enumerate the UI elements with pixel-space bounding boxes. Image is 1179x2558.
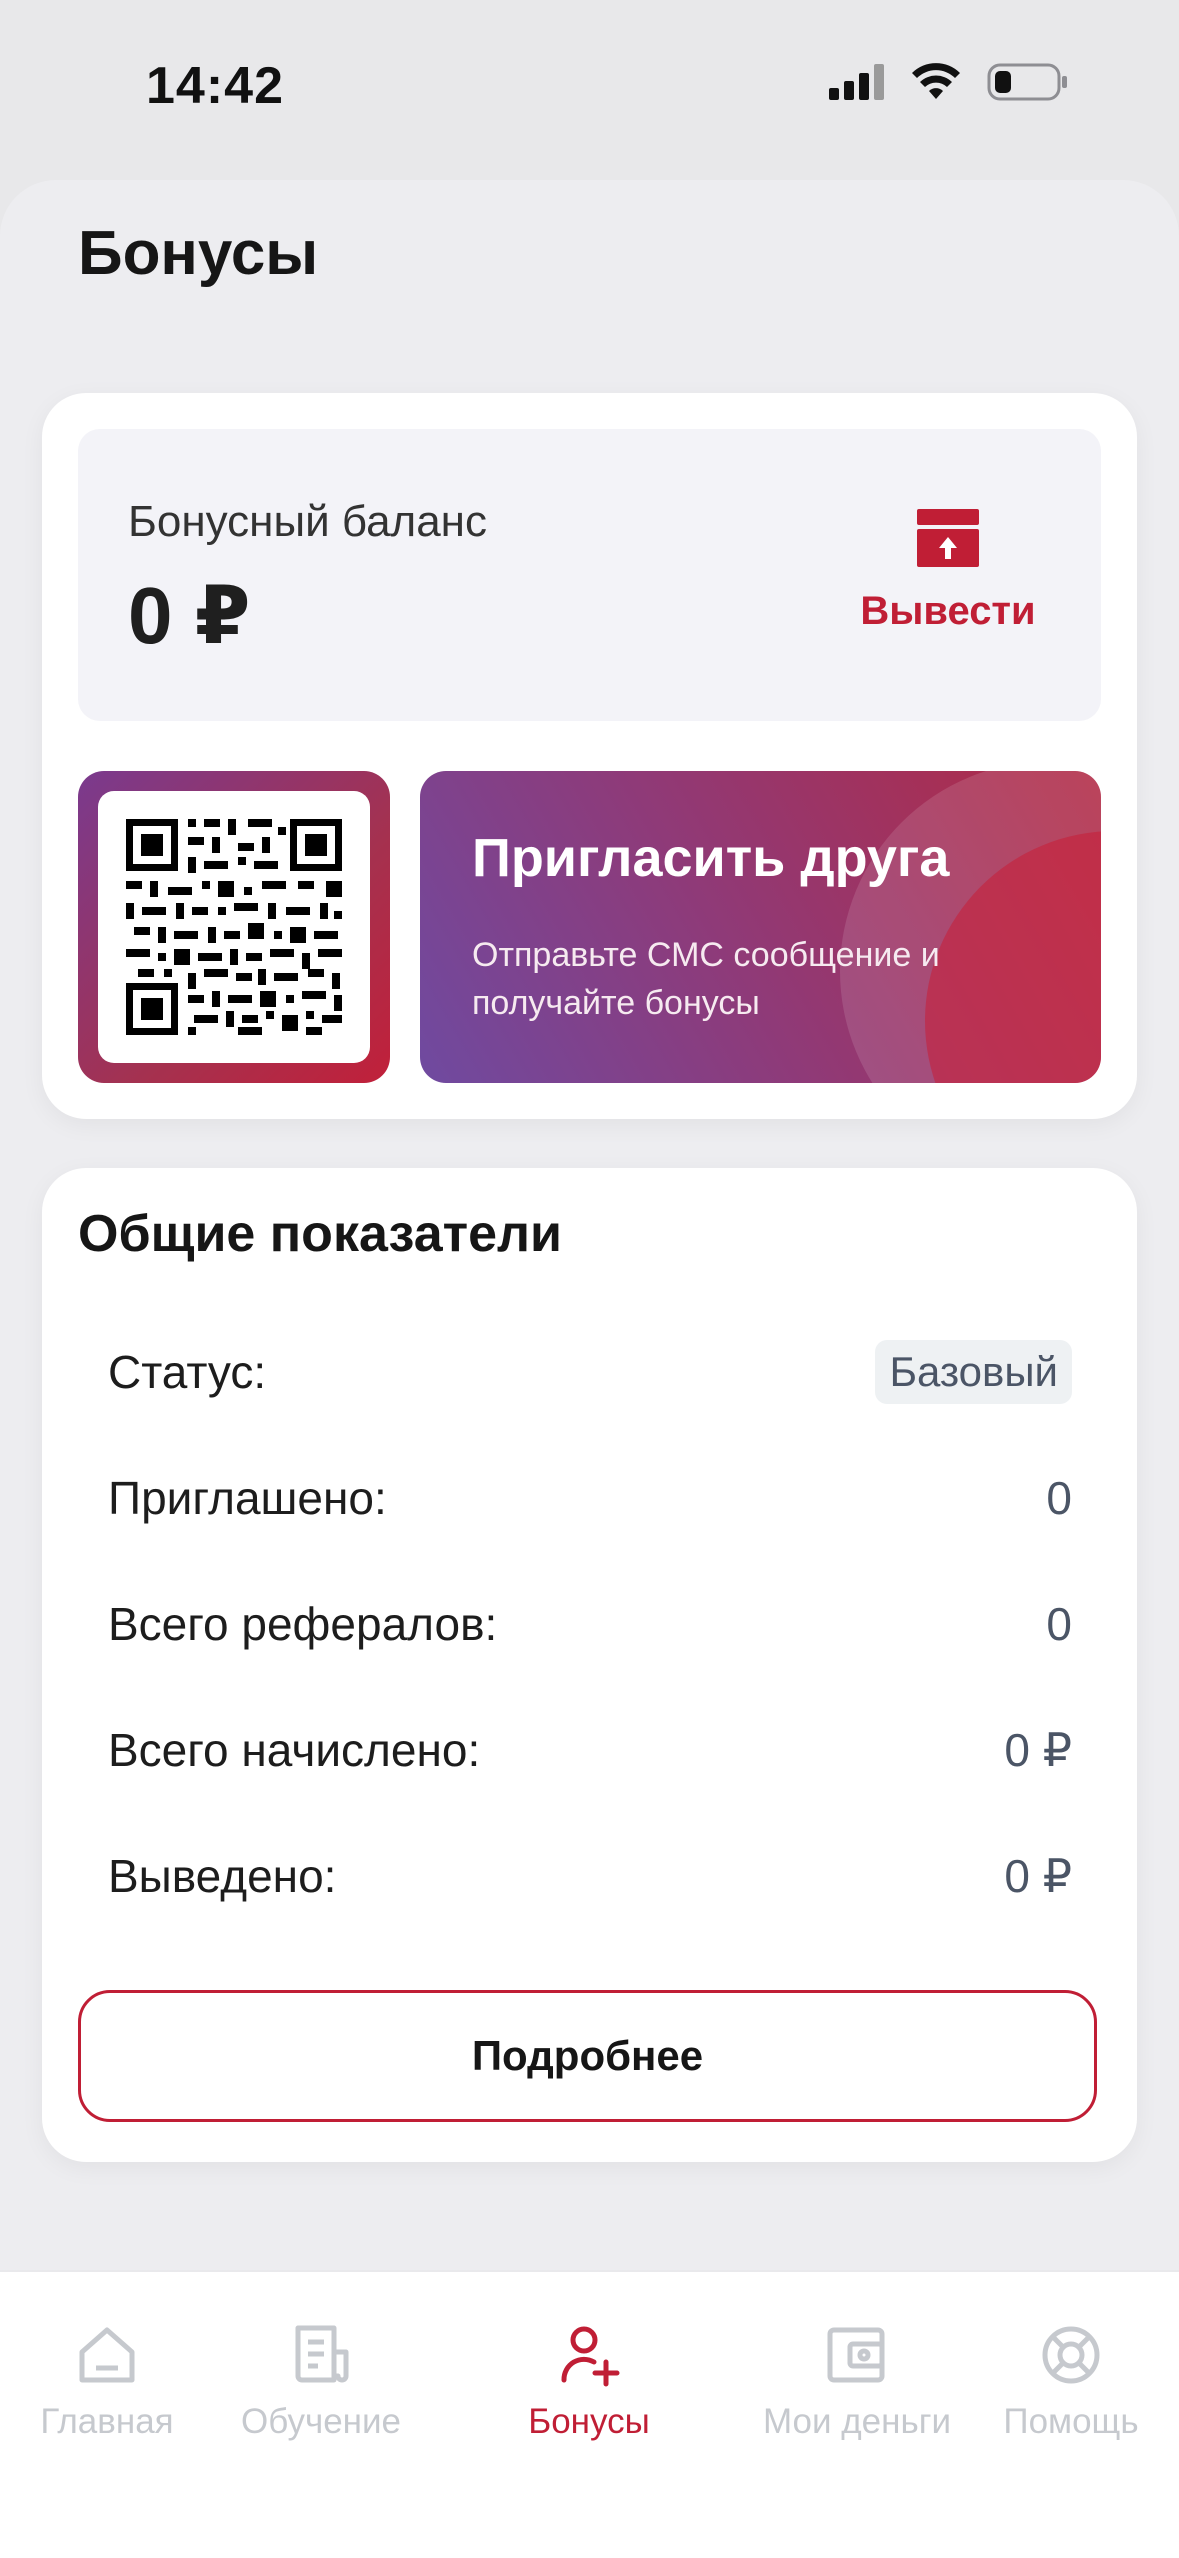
home-icon [79,2327,135,2383]
status-bar: 14:42 [0,0,1179,170]
invite-title: Пригласить друга [472,828,950,888]
stat-row-accrued: Всего начислено: 0 ₽ [108,1710,1072,1790]
balance-value: 0 ₽ [128,571,251,660]
status-badge: Базовый [875,1340,1072,1404]
tab-bar: Главная Обучение Бонусы Мои деньги Помощ… [0,2270,1179,2558]
status-time: 14:42 [146,57,284,115]
qr-code [126,819,342,1035]
stat-label: Выведено: [108,1850,337,1902]
qr-code-tile[interactable] [78,771,390,1083]
stat-value: 0 [1046,1598,1072,1650]
invite-subtitle: Отправьте СМС сообщение и получайте бону… [472,936,940,1022]
stat-label: Статус: [108,1346,267,1398]
invite-friend-banner[interactable]: Пригласить друга Отправьте СМС сообщение… [420,771,1101,1083]
withdraw-label: Вывести [860,589,1036,633]
tab-bonuses[interactable]: Бонусы [474,2322,704,2482]
tab-label: Бонусы [528,2402,650,2441]
cellular-signal-icon [829,64,884,100]
page-title: Бонусы [78,219,319,288]
bonus-balance-card: Бонусный баланс 0 ₽ Вывести Пригласить д… [42,393,1137,1119]
balance-box: Бонусный баланс 0 ₽ Вывести [78,429,1101,721]
battery-icon [987,63,1067,101]
document-icon [295,2325,349,2383]
balance-label: Бонусный баланс [128,497,487,546]
details-button[interactable]: Подробнее [78,1990,1097,2122]
qr-code-frame [98,791,370,1063]
tab-label: Мои деньги [762,2402,952,2441]
tab-home[interactable]: Главная [0,2322,222,2482]
tab-help[interactable]: Помощь [956,2322,1179,2482]
withdraw-button[interactable]: Вывести [838,509,1058,659]
stat-row-status: Статус: Базовый [108,1332,1072,1412]
stat-row-referrals: Всего рефералов: 0 [108,1584,1072,1664]
stat-row-withdrawn: Выведено: 0 ₽ [108,1836,1072,1916]
stat-label: Приглашено: [108,1472,387,1524]
tab-label: Помощь [1003,2402,1139,2441]
stats-card: Общие показатели Статус: Базовый Приглаш… [42,1168,1137,2162]
add-user-icon [561,2326,620,2387]
stat-row-invited: Приглашено: 0 [108,1458,1072,1538]
tab-my-money[interactable]: Мои деньги [742,2322,972,2482]
tab-label: Обучение [240,2402,402,2441]
stats-title: Общие показатели [78,1205,562,1263]
stat-label: Всего рефералов: [108,1598,498,1650]
stat-value: 0 ₽ [1004,1850,1072,1902]
tab-learning[interactable]: Обучение [206,2322,436,2482]
lifebuoy-icon [1042,2326,1100,2384]
tab-label: Главная [40,2402,174,2441]
stat-value: 0 ₽ [1004,1724,1072,1776]
stat-label: Всего начислено: [108,1724,481,1776]
wifi-icon [912,63,960,99]
withdraw-icon [917,509,979,567]
stat-value: 0 [1046,1472,1072,1524]
status-icons [829,62,1069,102]
details-button-label: Подробнее [471,2032,704,2079]
wallet-icon [827,2327,885,2383]
